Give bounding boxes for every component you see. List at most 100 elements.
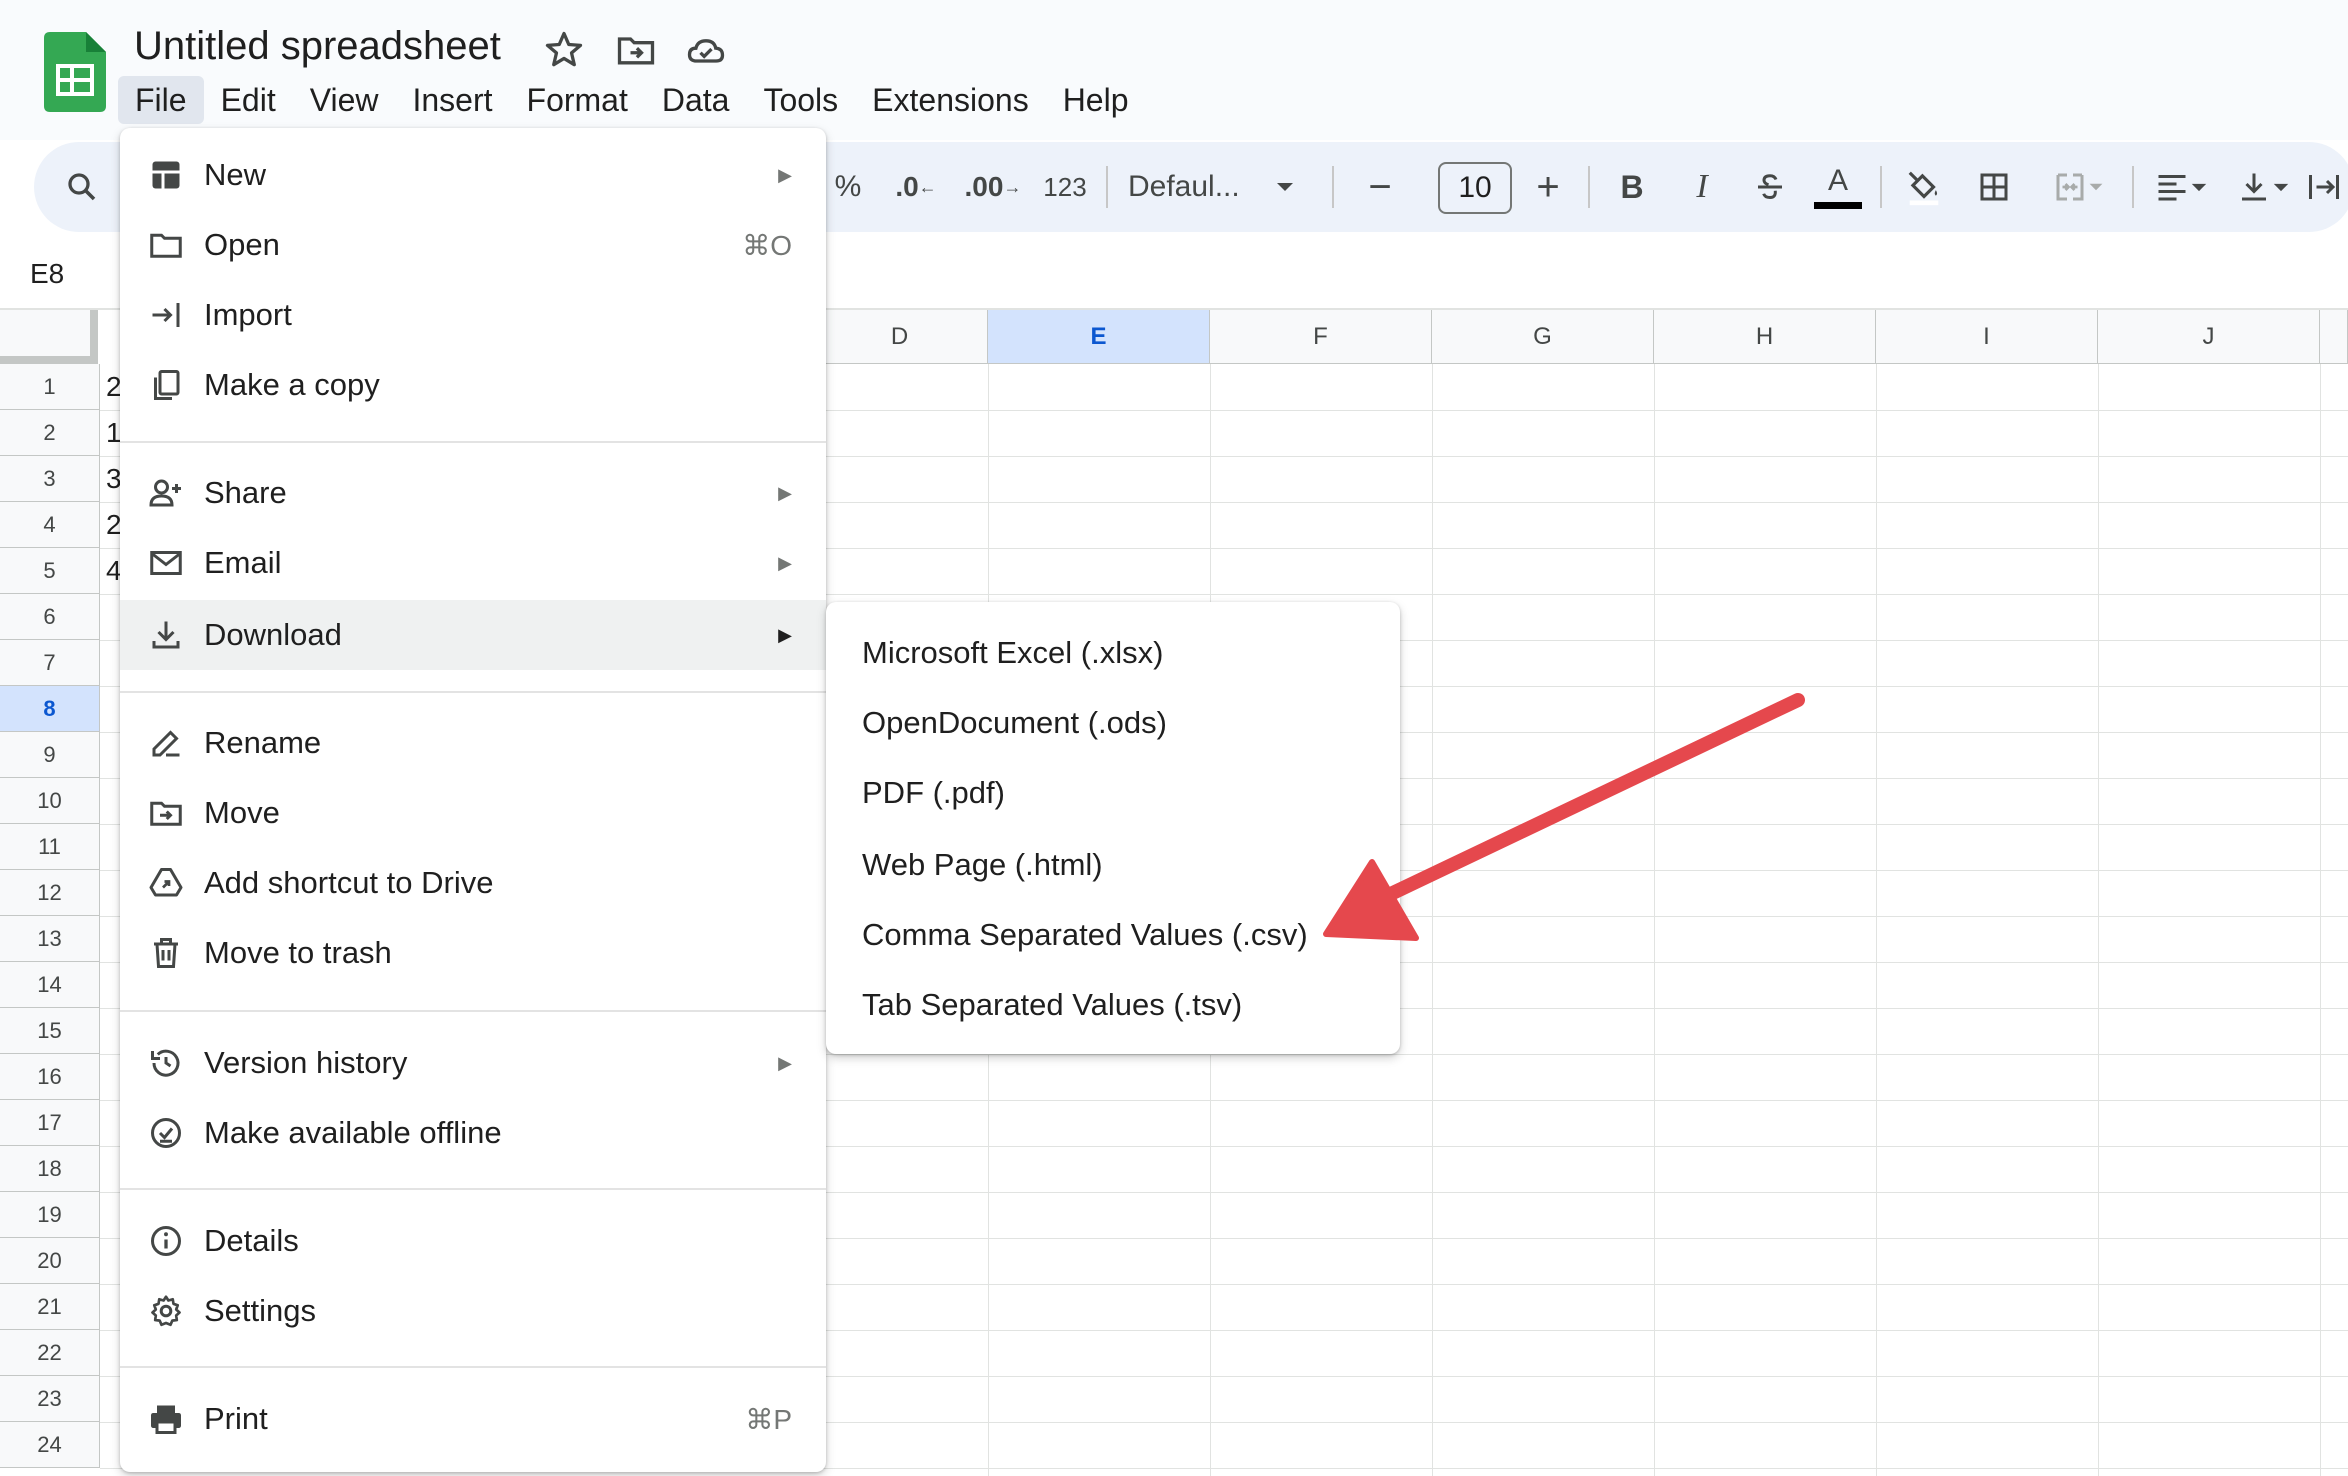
menu-item-move-to-trash[interactable]: Move to trash [120,918,826,988]
strikethrough-button[interactable] [1740,142,1800,232]
column-header-d[interactable]: D [812,310,988,364]
merge-cells-button[interactable] [2038,142,2118,232]
number-format-button[interactable]: 123 [1034,142,1096,232]
increase-font-size-button[interactable]: + [1520,142,1576,232]
row-header[interactable]: 23 [0,1376,100,1422]
menu-item-add-shortcut[interactable]: Add shortcut to Drive [120,848,826,918]
font-family-value: Defaul... [1128,170,1240,203]
fill-color-button[interactable] [1892,142,1956,232]
sheets-logo-icon[interactable] [44,32,106,112]
column-header-e[interactable]: E [988,310,1210,364]
menu-tools[interactable]: Tools [746,76,855,124]
download-ods-item[interactable]: OpenDocument (.ods) [826,688,1400,758]
download-tsv-item[interactable]: Tab Separated Values (.tsv) [826,970,1400,1040]
menu-item-rename[interactable]: Rename [120,708,826,778]
text-color-button[interactable]: A [1808,142,1868,232]
name-box[interactable]: E8 [30,258,64,290]
menu-item-make-available-offline[interactable]: Make available offline [120,1098,826,1168]
toolbar-divider [1588,166,1590,208]
decrease-decimal-label: .0 [895,171,919,202]
menu-item-print[interactable]: Print ⌘P [120,1384,826,1454]
row-header[interactable]: 5 [0,548,100,594]
download-pdf-item[interactable]: PDF (.pdf) [826,758,1400,828]
row-header[interactable]: 1 [0,364,100,410]
row-header[interactable]: 19 [0,1192,100,1238]
download-csv-item[interactable]: Comma Separated Values (.csv) [826,900,1400,970]
borders-button[interactable] [1964,142,2024,232]
bold-button[interactable]: B [1604,142,1660,232]
menu-item-download[interactable]: Download ▶ [120,600,826,670]
file-menu: New ▶ Open ⌘O Import Make a copy Share ▶… [120,128,826,1472]
font-size-input[interactable]: 10 [1438,162,1512,214]
menu-item-move[interactable]: Move [120,778,826,848]
column-header-h[interactable]: H [1654,310,1876,364]
column-header-f[interactable]: F [1210,310,1432,364]
menu-item-label: Move [204,795,280,830]
menu-item-details[interactable]: Details [120,1206,826,1276]
row-header[interactable]: 10 [0,778,100,824]
row-header[interactable]: 17 [0,1100,100,1146]
row-header[interactable]: 2 [0,410,100,456]
column-header-k[interactable] [2320,310,2348,364]
decrease-decimal-button[interactable]: .0 ← [886,142,946,232]
row-header[interactable]: 22 [0,1330,100,1376]
menu-insert[interactable]: Insert [395,76,509,124]
row-header[interactable]: 3 [0,456,100,502]
search-icon [68,173,96,201]
row-header[interactable]: 7 [0,640,100,686]
font-family-dropdown-icon[interactable] [1270,142,1300,232]
decrease-font-size-button[interactable]: − [1352,142,1408,232]
text-color-swatch [1814,201,1862,209]
row-header[interactable]: 16 [0,1054,100,1100]
column-header-j[interactable]: J [2098,310,2320,364]
row-header[interactable]: 11 [0,824,100,870]
menu-file[interactable]: File [118,76,204,124]
menu-item-email[interactable]: Email ▶ [120,528,826,598]
menu-item-share[interactable]: Share ▶ [120,458,826,528]
move-folder-icon[interactable] [614,28,658,72]
row-header[interactable]: 18 [0,1146,100,1192]
horizontal-align-button[interactable] [2144,142,2218,232]
menu-view[interactable]: View [293,76,396,124]
increase-decimal-button[interactable]: .00 → [960,142,1026,232]
row-header[interactable]: 13 [0,916,100,962]
menu-item-make-a-copy[interactable]: Make a copy [120,350,826,420]
email-icon [150,551,182,575]
row-header[interactable]: 20 [0,1238,100,1284]
document-title[interactable]: Untitled spreadsheet [134,24,501,69]
italic-button[interactable]: I [1674,142,1730,232]
menu-help[interactable]: Help [1046,76,1146,124]
search-menus-button[interactable] [54,142,110,232]
row-header[interactable]: 4 [0,502,100,548]
menu-data[interactable]: Data [645,76,747,124]
row-header[interactable]: 12 [0,870,100,916]
text-wrapping-button[interactable] [2304,142,2344,232]
menu-format[interactable]: Format [510,76,645,124]
format-percent-button[interactable]: % [824,142,872,232]
vertical-align-button[interactable] [2226,142,2300,232]
row-header[interactable]: 24 [0,1422,100,1468]
star-icon[interactable] [542,28,586,72]
row-header[interactable]: 6 [0,594,100,640]
column-header-i[interactable]: I [1876,310,2098,364]
row-header[interactable]: 15 [0,1008,100,1054]
column-header-g[interactable]: G [1432,310,1654,364]
download-xlsx-item[interactable]: Microsoft Excel (.xlsx) [826,618,1400,688]
row-header[interactable]: 21 [0,1284,100,1330]
increase-decimal-label: .00 [964,171,1004,202]
row-header[interactable]: 9 [0,732,100,778]
cloud-saved-icon[interactable] [684,28,728,72]
select-all-corner[interactable] [0,310,98,364]
row-header-selected[interactable]: 8 [0,686,100,732]
import-icon [152,303,180,327]
menu-edit[interactable]: Edit [204,76,293,124]
menu-item-label: Move to trash [204,935,392,970]
menu-item-open[interactable]: Open ⌘O [120,210,826,280]
menu-item-new[interactable]: New ▶ [120,140,826,210]
menu-item-version-history[interactable]: Version history ▶ [120,1028,826,1098]
row-header[interactable]: 14 [0,962,100,1008]
menu-item-settings[interactable]: Settings [120,1276,826,1346]
menu-extensions[interactable]: Extensions [855,76,1046,124]
download-html-item[interactable]: Web Page (.html) [826,830,1400,900]
menu-item-import[interactable]: Import [120,280,826,350]
